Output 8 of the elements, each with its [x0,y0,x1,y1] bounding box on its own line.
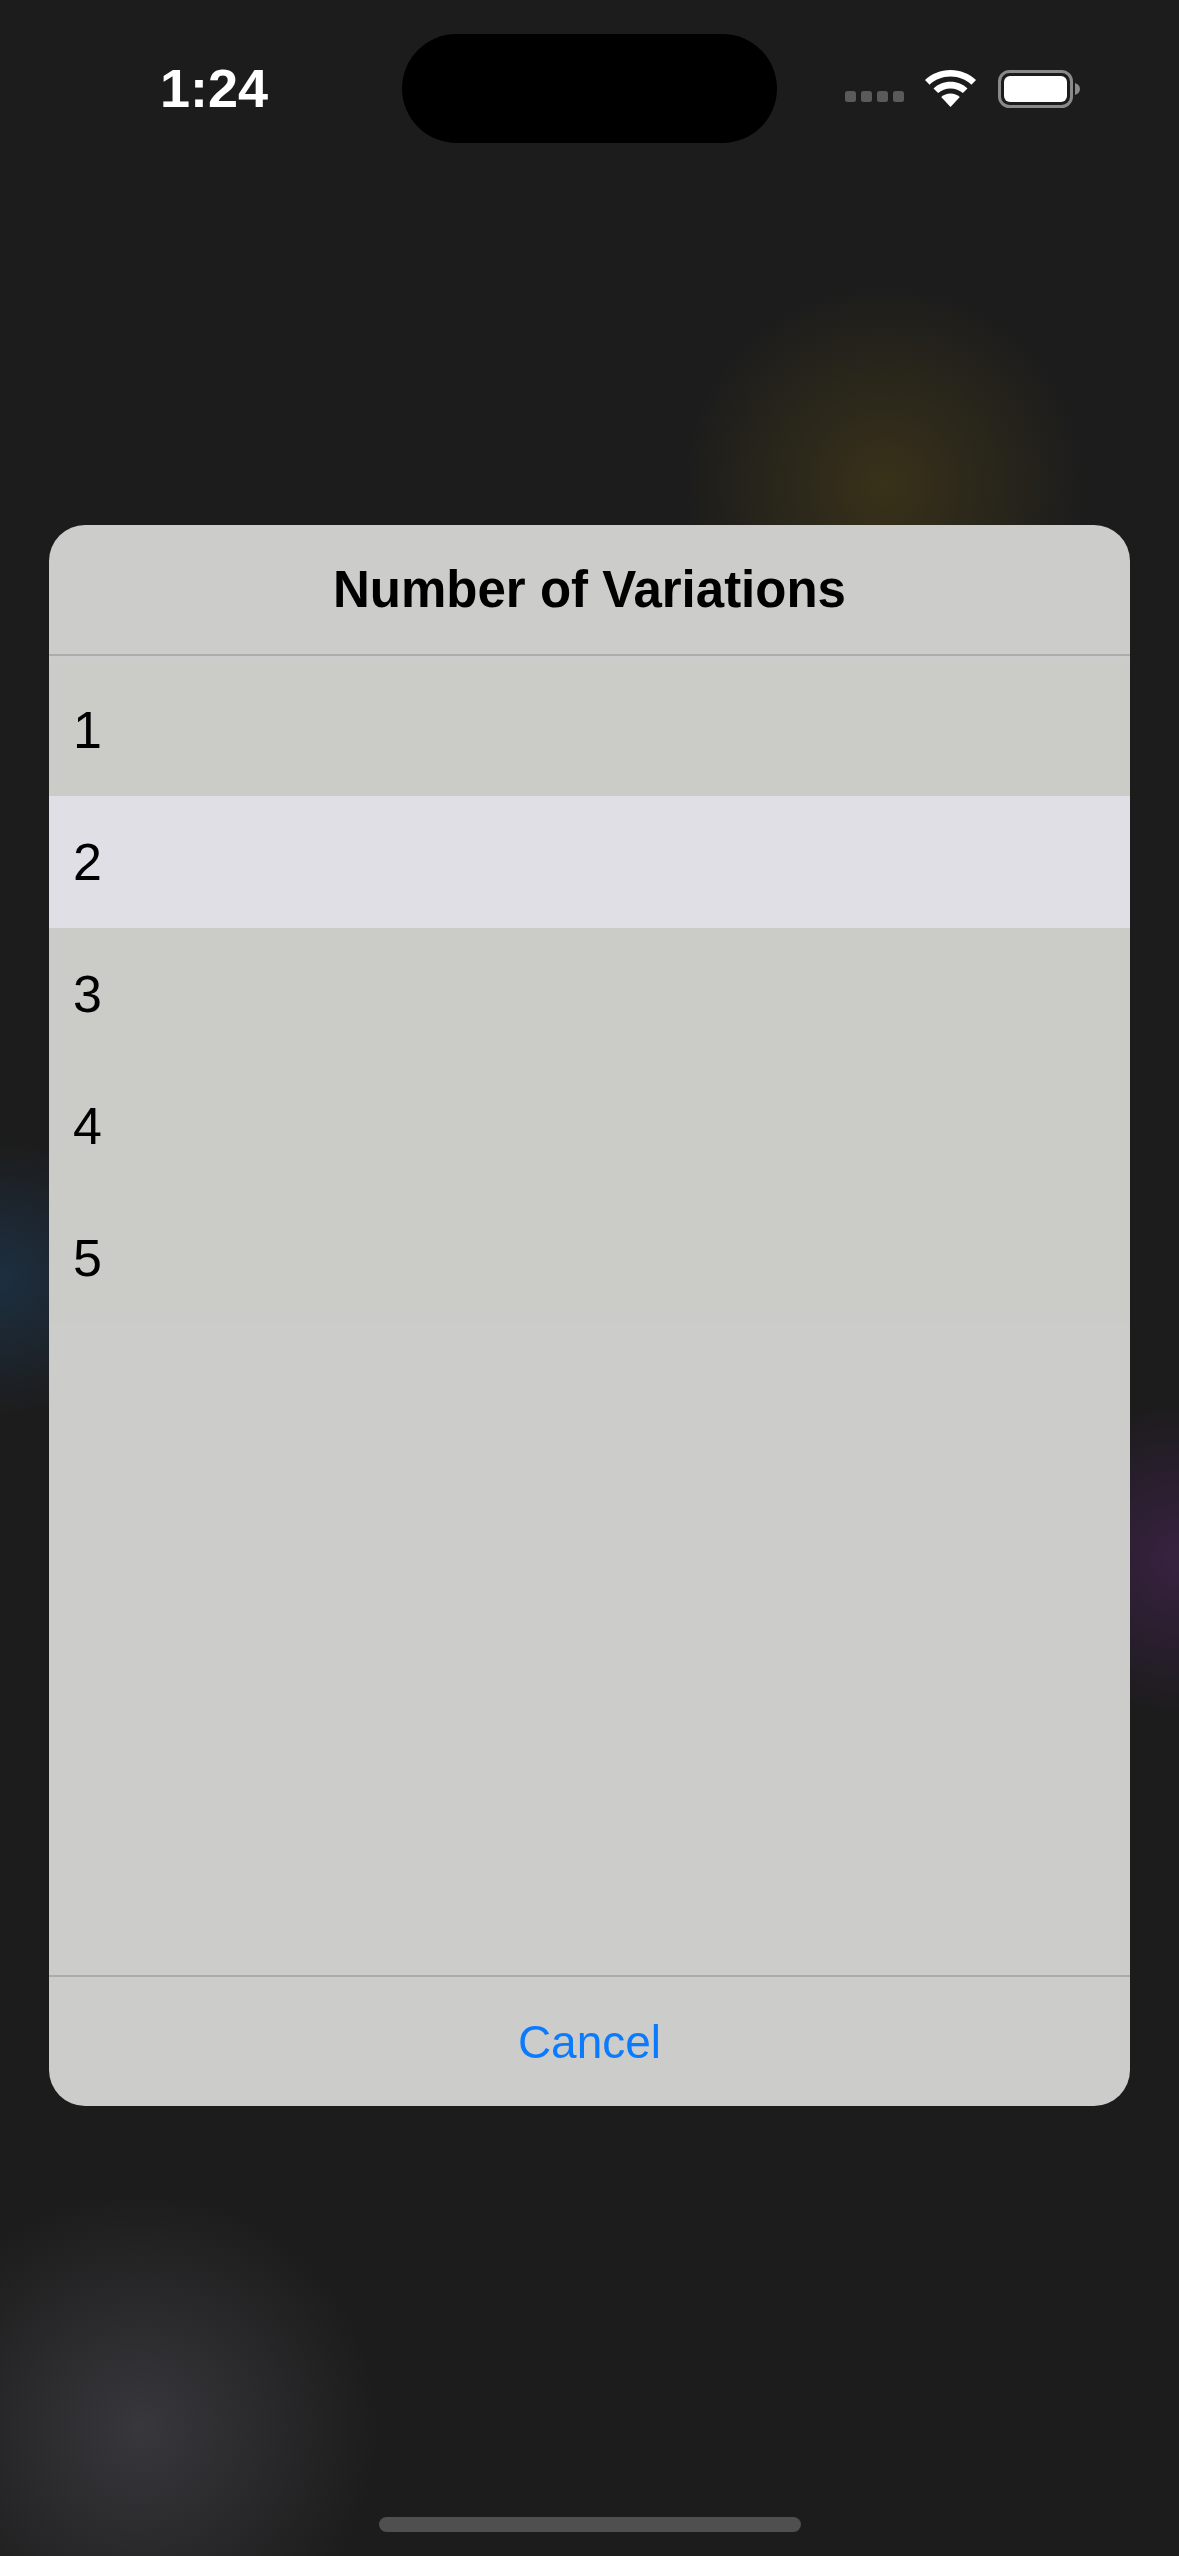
option-item[interactable]: 2 [49,796,1130,928]
option-item[interactable]: 4 [49,1060,1130,1192]
wifi-icon [925,70,976,107]
dialog-title: Number of Variations [333,559,846,620]
cellular-signal-icon [845,91,904,102]
status-time: 1:24 [160,56,269,120]
option-item[interactable]: 5 [49,1192,1130,1324]
battery-icon [998,69,1080,108]
